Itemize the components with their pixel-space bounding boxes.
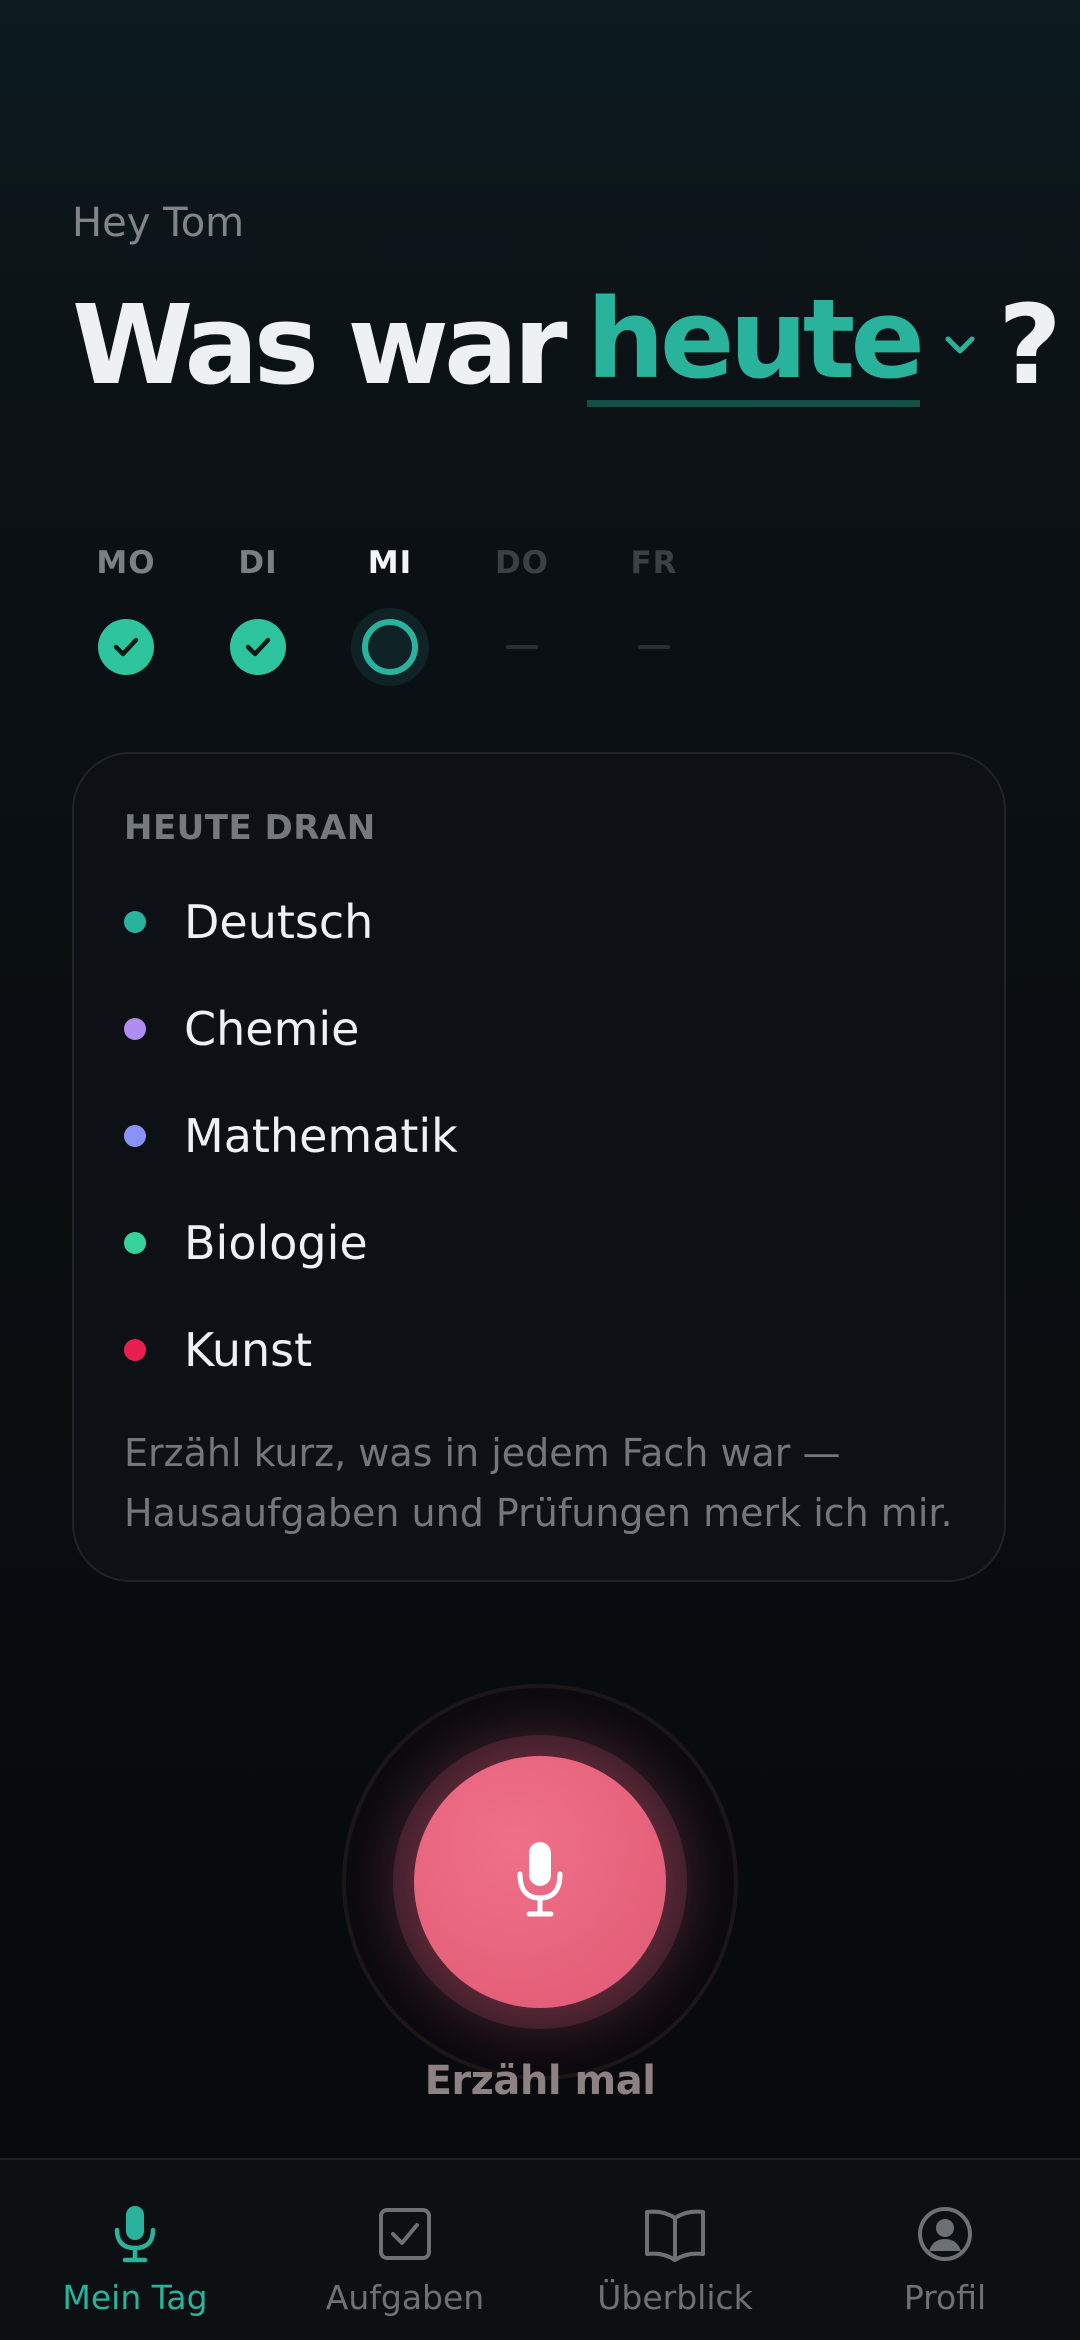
day-tuesday[interactable]: DI — [192, 545, 324, 687]
tab-profil[interactable]: Profil — [810, 2160, 1080, 2340]
chevron-down-icon[interactable] — [940, 325, 980, 365]
mic-icon — [103, 2202, 167, 2266]
tab-mein-tag[interactable]: Mein Tag — [0, 2160, 270, 2340]
subject-color-dot — [124, 1338, 146, 1361]
tab-aufgaben[interactable]: Aufgaben — [270, 2160, 540, 2340]
day-thursday: DO — [456, 545, 588, 687]
bottom-tab-bar: Mein Tag Aufgaben Überblick Profil — [0, 2158, 1080, 2340]
subject-name: Biologie — [184, 1215, 368, 1270]
check-icon — [230, 619, 286, 675]
greeting: Hey Tom — [72, 200, 245, 246]
record-label: Erzähl mal — [424, 2058, 656, 2104]
day-label: MO — [96, 545, 156, 581]
subject-color-dot — [124, 1231, 146, 1254]
tab-label: Profil — [903, 2278, 987, 2317]
day-wednesday[interactable]: MI — [324, 545, 456, 687]
list-item: Mathematik — [124, 1082, 1004, 1189]
card-title: HEUTE DRAN — [124, 808, 376, 848]
today-subjects-card: HEUTE DRAN Deutsch Chemie Mathematik Bio… — [72, 752, 1006, 1582]
check-icon — [98, 619, 154, 675]
headline-suffix: ? — [997, 281, 1062, 409]
subject-name: Chemie — [184, 1001, 360, 1056]
book-icon — [643, 2202, 707, 2266]
today-ring-icon — [351, 608, 429, 686]
tab-label: Mein Tag — [62, 2278, 208, 2317]
pending-dash-icon — [506, 645, 538, 649]
day-selector[interactable]: heute — [586, 284, 925, 407]
tab-label: Aufgaben — [325, 2278, 485, 2317]
mic-icon — [514, 1840, 566, 1924]
subject-color-dot — [124, 910, 146, 933]
headline-prefix: Was war — [72, 281, 568, 409]
day-label: DI — [238, 545, 278, 581]
profile-icon — [913, 2202, 977, 2266]
list-item: Kunst — [124, 1296, 1004, 1403]
page-title: Was war heute ? — [72, 280, 1062, 410]
day-friday: FR — [588, 545, 720, 687]
week-progress: MO DI MI DO FR — [60, 545, 720, 687]
subject-color-dot — [124, 1124, 146, 1147]
subject-name: Mathematik — [184, 1108, 458, 1163]
list-item: Chemie — [124, 975, 1004, 1082]
subject-name: Kunst — [184, 1322, 313, 1377]
record-button[interactable] — [414, 1756, 666, 2008]
list-item: Biologie — [124, 1189, 1004, 1296]
record-control — [342, 1684, 738, 2080]
card-hint: Erzähl kurz, was in jedem Fach war — Hau… — [124, 1431, 953, 1535]
checkbox-icon — [373, 2202, 437, 2266]
day-monday[interactable]: MO — [60, 545, 192, 687]
tab-ueberblick[interactable]: Überblick — [540, 2160, 810, 2340]
tab-label: Überblick — [597, 2278, 753, 2317]
subject-color-dot — [124, 1017, 146, 1040]
subject-name: Deutsch — [184, 894, 374, 949]
pending-dash-icon — [638, 645, 670, 649]
day-label: FR — [630, 545, 678, 581]
list-item: Deutsch — [124, 868, 1004, 975]
day-label: DO — [494, 545, 550, 581]
day-label: MI — [367, 545, 413, 581]
